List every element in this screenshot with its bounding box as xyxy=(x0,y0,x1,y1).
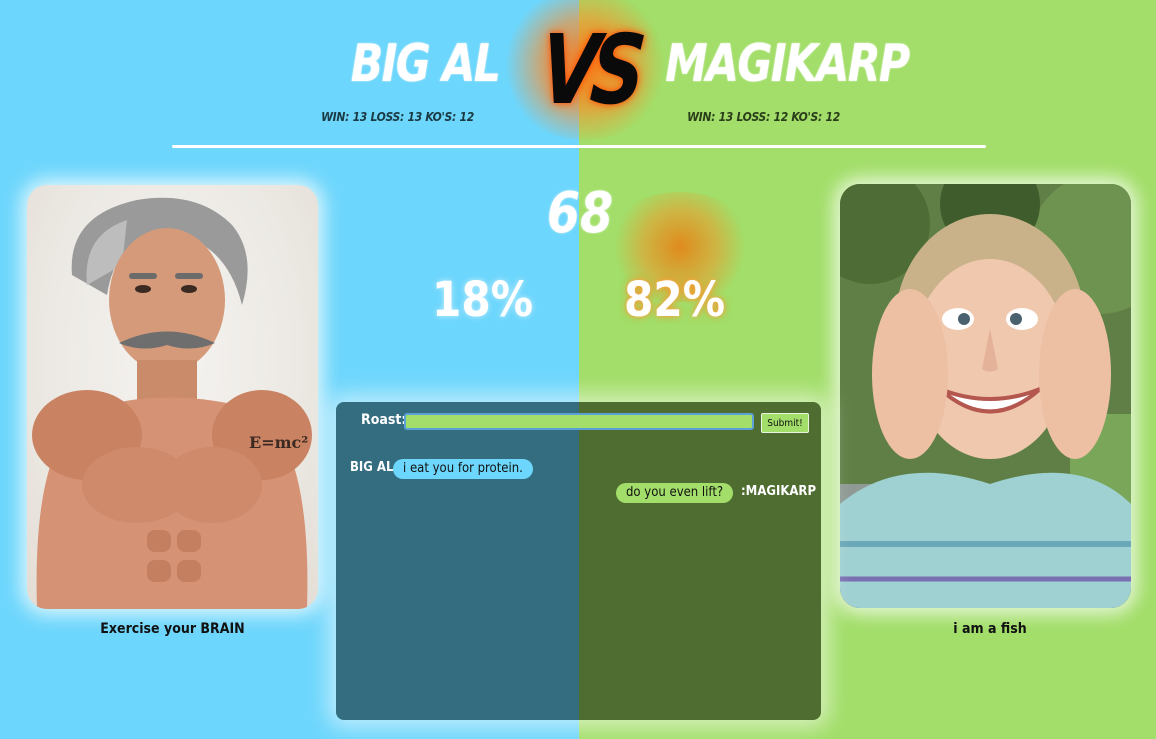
left-fighter-stats: WIN: 13 LOSS: 13 KO'S: 12 xyxy=(321,110,474,124)
svg-text:E=mc²: E=mc² xyxy=(249,433,308,452)
roast-chat-panel xyxy=(336,402,821,720)
right-fighter-percent: 82% xyxy=(623,272,726,328)
left-fighter-name: BIG AL xyxy=(350,34,501,94)
vs-logo: VS xyxy=(536,14,643,126)
message-author: BIG AL: xyxy=(350,460,399,475)
left-fighter-percent: 18% xyxy=(431,272,534,328)
roast-input[interactable] xyxy=(404,413,754,430)
score-counter: 68 xyxy=(546,181,614,246)
chat-message: do you even lift? xyxy=(616,483,734,503)
left-fighter-caption: Exercise your BRAIN xyxy=(100,621,245,637)
right-fighter-caption: i am a fish xyxy=(953,621,1027,637)
muscular-man-image: E=mc² xyxy=(32,197,312,609)
right-fighter-name: MAGIKARP xyxy=(665,34,910,94)
right-fighter-stats: WIN: 13 LOSS: 12 KO'S: 12 xyxy=(687,110,840,124)
roast-label: Roast: xyxy=(361,412,407,428)
message-author: :MAGIKARP xyxy=(741,484,817,499)
submit-button[interactable]: Submit! xyxy=(761,413,809,433)
surprised-woman-image xyxy=(840,184,1131,608)
right-fighter-photo[interactable] xyxy=(840,184,1131,608)
left-fighter-photo[interactable]: E=mc² xyxy=(27,185,318,609)
chat-message: i eat you for protein. xyxy=(393,459,533,479)
header-divider xyxy=(172,145,986,148)
